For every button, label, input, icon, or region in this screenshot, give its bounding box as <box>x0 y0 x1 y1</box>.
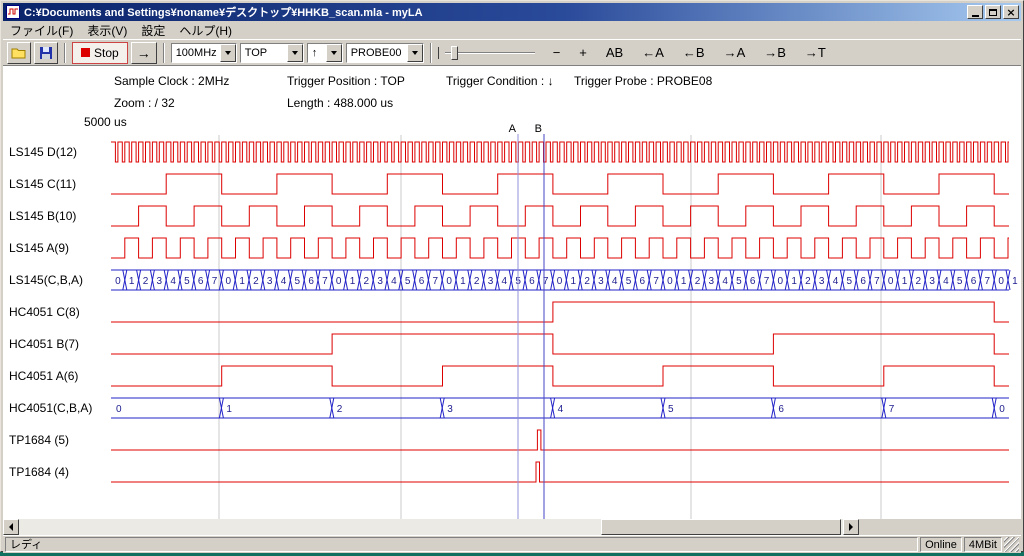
slider-track[interactable] <box>445 52 535 54</box>
menu-bar: ファイル(F)表示(V)設定ヘルプ(H) <box>3 21 1021 39</box>
cursor-button-group: −+ AB ←A ←B →A →B →T <box>549 43 830 62</box>
cursor-ab-button[interactable]: AB <box>602 43 627 62</box>
run-button[interactable]: → <box>131 42 157 64</box>
maximize-button[interactable] <box>985 5 1001 19</box>
online-status: Online <box>920 537 962 552</box>
scroll-right-button[interactable] <box>843 519 859 535</box>
triangle-right-icon <box>849 523 853 531</box>
trigger-edge-select[interactable]: ↑ <box>307 43 343 63</box>
time-scale-label: 5000 us <box>84 115 127 129</box>
trigger-position-info: Trigger Position : TOP <box>287 74 405 88</box>
app-icon <box>6 5 20 19</box>
zoom-out-button[interactable]: − <box>549 43 565 62</box>
stop-label: Stop <box>94 46 119 60</box>
chevron-down-icon[interactable] <box>220 44 236 62</box>
sample-rate-select[interactable]: 100MHz <box>171 43 237 63</box>
close-button[interactable]: × <box>1003 5 1019 19</box>
length-info: Length : 488.000 us <box>287 96 393 110</box>
chevron-down-icon[interactable] <box>326 44 342 62</box>
toolbar-separator <box>64 43 66 63</box>
open-file-button[interactable] <box>7 42 31 64</box>
menu-item[interactable]: ヘルプ(H) <box>172 21 239 40</box>
trigger-position-value: TOP <box>241 44 287 62</box>
maximize-icon <box>989 9 997 16</box>
zoom-slider[interactable] <box>438 43 538 63</box>
floppy-icon <box>39 46 53 60</box>
folder-open-icon <box>11 46 27 60</box>
scrollbar-thumb[interactable] <box>601 519 841 535</box>
goto-b-right-button[interactable]: →B <box>760 43 790 62</box>
probe-value: PROBE00 <box>347 44 407 62</box>
chevron-down-icon[interactable] <box>407 44 423 62</box>
run-arrow-icon: → <box>137 45 151 61</box>
resize-grip[interactable] <box>1004 537 1019 552</box>
trigger-probe-info: Trigger Probe : PROBE08 <box>574 74 712 88</box>
slider-tick <box>438 47 439 59</box>
window-title: C:¥Documents and Settings¥noname¥デスクトップ¥… <box>24 4 965 20</box>
stop-button[interactable]: Stop <box>72 42 128 64</box>
trigger-edge-value: ↑ <box>308 44 326 62</box>
trigger-position-select[interactable]: TOP <box>240 43 304 63</box>
scroll-left-button[interactable] <box>3 519 19 535</box>
toolbar-separator <box>430 43 432 63</box>
title-bar: C:¥Documents and Settings¥noname¥デスクトップ¥… <box>3 3 1021 21</box>
horizontal-scrollbar <box>3 519 859 535</box>
stop-icon <box>81 48 90 57</box>
sample-clock-info: Sample Clock : 2MHz <box>114 74 229 88</box>
status-message: レディ <box>5 537 918 552</box>
toolbar: Stop → 100MHz TOP ↑ PROBE00 −+ AB ←A ←B →A →B… <box>3 39 1021 65</box>
minimize-button[interactable] <box>967 5 983 19</box>
triangle-left-icon <box>9 523 13 531</box>
close-icon: × <box>1006 7 1015 18</box>
app-window: C:¥Documents and Settings¥noname¥デスクトップ¥… <box>0 0 1024 552</box>
memory-status: 4MBit <box>964 537 1002 552</box>
waveform-area: Sample Clock : 2MHz Trigger Position : T… <box>3 65 1021 519</box>
goto-a-left-button[interactable]: ←A <box>638 43 668 62</box>
minimize-icon <box>972 15 979 17</box>
trigger-condition-info: Trigger Condition : ↓ <box>446 74 554 88</box>
probe-select[interactable]: PROBE00 <box>346 43 424 63</box>
goto-trigger-button[interactable]: →T <box>801 43 830 62</box>
goto-a-right-button[interactable]: →A <box>720 43 750 62</box>
menu-item[interactable]: 設定 <box>134 21 172 40</box>
menu-item[interactable]: ファイル(F) <box>3 21 80 40</box>
goto-b-left-button[interactable]: ←B <box>679 43 709 62</box>
save-file-button[interactable] <box>34 42 58 64</box>
zoom-slider-thumb[interactable] <box>451 46 458 60</box>
zoom-info: Zoom : / 32 <box>114 96 175 110</box>
status-bar: レディ Online 4MBit <box>3 535 1021 553</box>
toolbar-separator <box>163 43 165 63</box>
menu-item[interactable]: 表示(V) <box>80 21 134 40</box>
sample-rate-value: 100MHz <box>172 44 220 62</box>
chevron-down-icon[interactable] <box>287 44 303 62</box>
zoom-in-button[interactable]: + <box>575 43 591 62</box>
